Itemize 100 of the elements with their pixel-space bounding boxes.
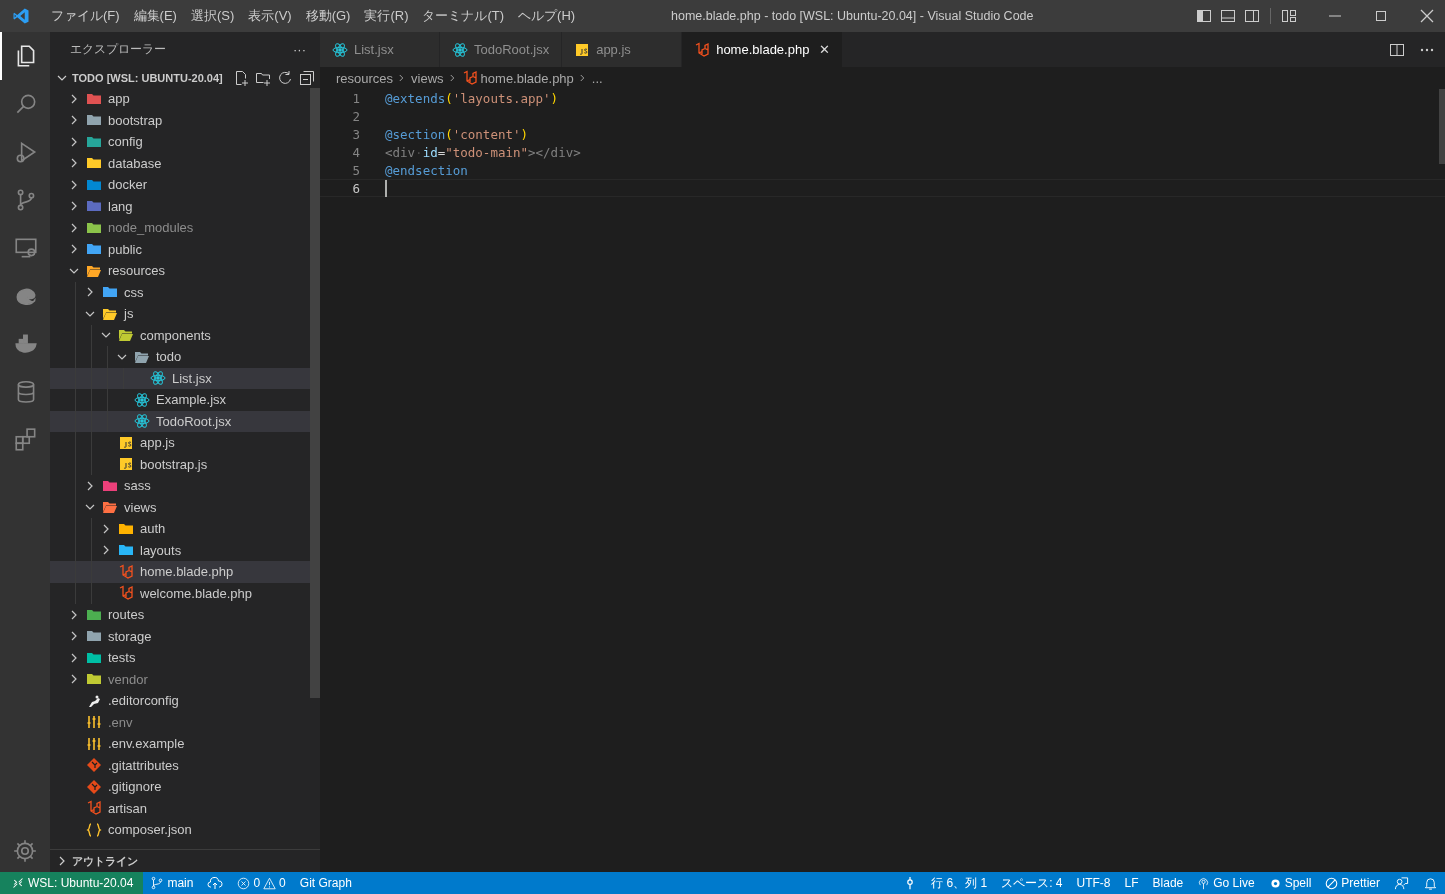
editor-tab[interactable]: List.jsx (320, 32, 440, 67)
menu-item[interactable]: 選択(S) (183, 7, 242, 25)
file-tree-item[interactable]: tests (50, 647, 310, 669)
file-tree-item[interactable]: .gitattributes (50, 754, 310, 776)
close-tab-button[interactable]: ✕ (819, 42, 831, 57)
sliders-icon (86, 735, 102, 752)
scrollbar-thumb[interactable] (1439, 89, 1445, 164)
status-item[interactable]: UTF-8 (1069, 876, 1118, 890)
menu-item[interactable]: 実行(R) (357, 7, 416, 25)
editor-tab[interactable]: app.js (562, 32, 683, 67)
refresh-icon[interactable] (276, 69, 293, 86)
breadcrumb-item[interactable]: home.blade.php (480, 70, 574, 86)
file-tree-item[interactable]: config (50, 131, 310, 153)
toggle-sidebar-icon[interactable] (1196, 8, 1212, 24)
remote-indicator[interactable]: WSL: Ubuntu-20.04 (0, 872, 144, 894)
collapse-all-icon[interactable] (298, 69, 315, 86)
atom-icon (134, 413, 150, 430)
file-tree-item[interactable]: auth (50, 518, 310, 540)
file-tree-item[interactable]: routes (50, 604, 310, 626)
error-icon (237, 876, 251, 890)
file-tree-item[interactable]: artisan (50, 797, 310, 819)
file-tree-item[interactable]: app (50, 88, 310, 110)
close-icon[interactable] (1419, 8, 1435, 24)
file-tree-item[interactable]: components (50, 324, 310, 346)
more-actions-button[interactable]: ··· (293, 42, 306, 57)
branch-indicator[interactable]: main (143, 876, 201, 890)
bell-icon[interactable] (1423, 875, 1438, 891)
file-tree-item[interactable]: TodoRoot.jsx (50, 410, 310, 432)
file-tree-item[interactable]: resources (50, 260, 310, 282)
toggle-secondary-sidebar-icon[interactable] (1244, 8, 1260, 24)
file-tree-item[interactable]: public (50, 238, 310, 260)
status-item[interactable]: Blade (1145, 876, 1191, 890)
file-tree-item[interactable]: List.jsx (50, 367, 310, 389)
file-tree-item[interactable]: composer.json (50, 819, 310, 841)
section-header[interactable]: TODO [WSL: UBUNTU-20.04] (72, 71, 223, 84)
file-tree-item[interactable]: .env (50, 711, 310, 733)
menu-item[interactable]: ファイル(F) (44, 7, 127, 25)
file-tree-item[interactable]: docker (50, 174, 310, 196)
breadcrumb-item[interactable]: resources (336, 70, 394, 86)
js-file-icon (118, 456, 134, 473)
file-tree-item[interactable]: bootstrap (50, 109, 310, 131)
breadcrumb-item[interactable]: views (411, 70, 444, 86)
file-tree-item[interactable]: css (50, 281, 310, 303)
file-tree-item[interactable]: node_modules (50, 217, 310, 239)
problems-indicator[interactable]: 0 0 (230, 876, 293, 890)
split-editor-icon[interactable] (1389, 41, 1405, 58)
code-line: @section('content') (385, 126, 528, 142)
file-tree-item[interactable]: home.blade.php (50, 561, 310, 583)
spell-button[interactable]: Spell (1261, 876, 1319, 890)
file-tree-item[interactable]: welcome.blade.php (50, 582, 310, 604)
file-tree-item[interactable]: bootstrap.js (50, 453, 310, 475)
file-tree-item[interactable]: views (50, 496, 310, 518)
menu-item[interactable]: ターミナル(T) (415, 7, 512, 25)
maximize-icon[interactable] (1373, 8, 1389, 24)
sliders-icon (86, 714, 102, 731)
line-number: 5 (351, 162, 360, 178)
laravel-icon (694, 41, 711, 58)
menu-item[interactable]: 移動(G) (298, 7, 358, 25)
editor-tab[interactable]: TodoRoot.jsx (440, 32, 563, 67)
cloud-upload-icon[interactable] (207, 875, 224, 891)
code-line: @endsection (385, 162, 468, 178)
line-number: 3 (351, 126, 360, 142)
atom-icon (452, 41, 468, 58)
file-tree-item[interactable]: todo (50, 346, 310, 368)
toggle-panel-icon[interactable] (1220, 8, 1236, 24)
git-graph-button[interactable]: Git Graph (292, 876, 359, 890)
sidebar-title: エクスプローラー (70, 41, 166, 58)
menu-item[interactable]: 編集(E) (126, 7, 184, 25)
menu-item[interactable]: ヘルプ(H) (511, 7, 583, 25)
file-tree-item[interactable]: vendor (50, 668, 310, 690)
file-tree-item[interactable]: .editorconfig (50, 690, 310, 712)
file-tree-item[interactable]: database (50, 152, 310, 174)
file-tree-item[interactable]: sass (50, 475, 310, 497)
line-number: 1 (351, 90, 360, 106)
laravel-icon (461, 70, 478, 86)
file-tree-item[interactable]: storage (50, 625, 310, 647)
status-item[interactable]: LF (1117, 876, 1146, 890)
outline-header[interactable]: アウトライン (72, 853, 138, 869)
file-tree-item[interactable]: Example.jsx (50, 389, 310, 411)
breadcrumb-item[interactable]: ... (591, 70, 603, 86)
git-icon (86, 778, 102, 795)
status-item[interactable]: 行 6、列 1 (924, 874, 995, 892)
menu-item[interactable]: 表示(V) (241, 7, 299, 25)
status-item[interactable]: スペース: 4 (994, 874, 1070, 892)
warning-icon (263, 876, 277, 890)
scrollbar-thumb[interactable] (310, 88, 320, 698)
file-tree-item[interactable]: app.js (50, 432, 310, 454)
file-tree-item[interactable]: .gitignore (50, 776, 310, 798)
atom-icon (134, 391, 150, 408)
prettier-button[interactable]: Prettier (1318, 876, 1387, 890)
file-tree-item[interactable]: .env.example (50, 733, 310, 755)
line-number: 2 (351, 108, 360, 124)
go-live-button[interactable]: Go Live (1190, 876, 1262, 890)
remote-icon (12, 877, 24, 889)
editor-tab[interactable]: home.blade.php ✕ (682, 32, 844, 67)
settings-icon[interactable] (12, 838, 38, 864)
feedback-icon[interactable] (1394, 875, 1409, 891)
file-tree-item[interactable]: js (50, 303, 310, 325)
file-tree-item[interactable]: lang (50, 195, 310, 217)
layout-icon[interactable] (1281, 8, 1297, 24)
